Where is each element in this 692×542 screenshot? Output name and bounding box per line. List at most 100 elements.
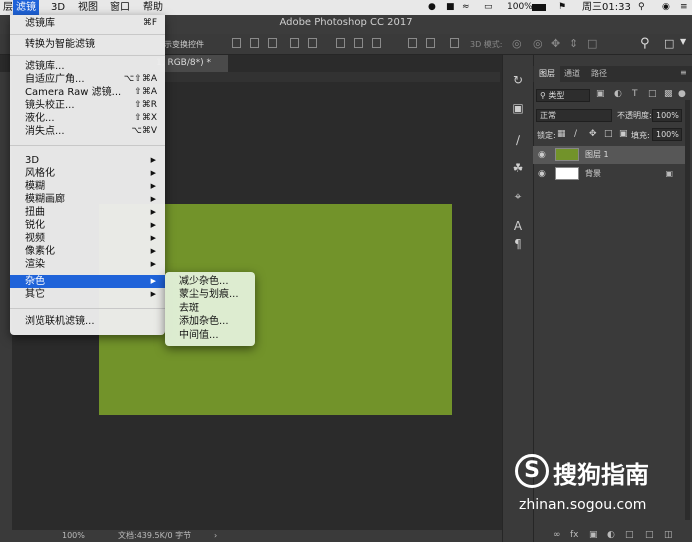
align-top-icon[interactable] bbox=[290, 38, 299, 48]
blend-mode-select[interactable]: 正常 bbox=[536, 109, 612, 122]
distribute-bottom-icon[interactable] bbox=[372, 38, 381, 48]
menu-item-liquify[interactable]: 液化... ⇧⌘X bbox=[10, 112, 165, 125]
3d-scale-icon[interactable]: □ bbox=[587, 37, 597, 50]
lock-transparent-icon[interactable]: ▦ bbox=[557, 129, 566, 139]
filter-shape-icon[interactable]: □ bbox=[648, 89, 657, 99]
auto-align-icon[interactable] bbox=[450, 38, 459, 48]
menu-help[interactable]: 帮助 bbox=[140, 0, 166, 15]
3d-slide-icon[interactable]: ⇕ bbox=[569, 37, 578, 50]
filter-smart-icon[interactable]: ▩ bbox=[664, 89, 673, 99]
airplay-icon[interactable]: ▭ bbox=[484, 0, 493, 15]
filter-pixel-icon[interactable]: ▣ bbox=[596, 89, 605, 99]
brush-icon[interactable]: ∕ bbox=[511, 133, 525, 147]
workspace-icon[interactable]: □ bbox=[664, 37, 674, 50]
menu-item-video[interactable]: 视频 ▶ bbox=[10, 232, 165, 245]
lock-image-icon[interactable]: ∕ bbox=[574, 129, 577, 139]
distribute-middle-icon[interactable] bbox=[354, 38, 363, 48]
delete-layer-icon[interactable]: ◫ bbox=[664, 530, 673, 540]
menu-item-convert-smart[interactable]: 转换为智能滤镜 bbox=[10, 38, 165, 51]
character-icon[interactable]: A bbox=[511, 219, 525, 233]
menu-window[interactable]: 窗口 bbox=[107, 0, 133, 15]
siri-icon[interactable]: ◉ bbox=[662, 0, 670, 15]
layer-row[interactable]: ◉ 图层 1 bbox=[533, 146, 685, 164]
opacity-field[interactable]: 100% bbox=[652, 109, 682, 122]
align-center-icon[interactable] bbox=[250, 38, 259, 48]
menu-filter[interactable]: 滤镜 bbox=[13, 0, 39, 15]
distribute-left-icon[interactable] bbox=[408, 38, 417, 48]
menu-item-blur-gallery[interactable]: 模糊画廊 ▶ bbox=[10, 193, 165, 206]
menu-item-adaptive-wide-angle[interactable]: 自适应广角... ⌥⇧⌘A bbox=[10, 73, 165, 86]
tab-paths[interactable]: 路径 bbox=[586, 66, 612, 82]
qq-icon[interactable]: ● bbox=[428, 0, 436, 15]
lock-all-icon[interactable]: ▣ bbox=[619, 129, 628, 139]
menu-item-camera-raw[interactable]: Camera Raw 滤镜... ⇧⌘A bbox=[10, 86, 165, 99]
new-layer-icon[interactable]: □ bbox=[645, 530, 654, 540]
show-transform-controls-label[interactable]: 示变换控件 bbox=[164, 39, 204, 50]
filter-type-icon[interactable]: T bbox=[632, 89, 638, 99]
new-group-icon[interactable]: □ bbox=[625, 530, 634, 540]
link-layers-icon[interactable]: ∞ bbox=[553, 530, 561, 540]
paragraph-icon[interactable]: ¶ bbox=[511, 237, 525, 251]
menu-view[interactable]: 视图 bbox=[75, 0, 101, 15]
menu-item-stylize[interactable]: 风格化 ▶ bbox=[10, 167, 165, 180]
3d-roll-icon[interactable]: ◎ bbox=[533, 37, 543, 50]
layer-row[interactable]: ◉ 背景 ▣ bbox=[533, 165, 685, 183]
distribute-top-icon[interactable] bbox=[336, 38, 345, 48]
align-middle-icon[interactable] bbox=[308, 38, 317, 48]
menu-item-filter-gallery[interactable]: 滤镜库... bbox=[10, 60, 165, 73]
submenu-item-median[interactable]: 中间值... bbox=[179, 329, 219, 342]
3d-pan-icon[interactable]: ✥ bbox=[551, 37, 560, 50]
puzzle-icon[interactable]: ☘ bbox=[511, 161, 525, 175]
menu-item-browse-online[interactable]: 浏览联机滤镜... bbox=[10, 315, 165, 328]
menu-item-last-filter[interactable]: 滤镜库 ⌘F bbox=[10, 17, 165, 30]
adjustment-layer-icon[interactable]: ◐ bbox=[607, 530, 615, 540]
properties-icon[interactable]: ▣ bbox=[511, 101, 525, 115]
submenu-item-despeckle[interactable]: 去斑 bbox=[179, 302, 199, 315]
menu-item-pixelate[interactable]: 像素化 ▶ bbox=[10, 245, 165, 258]
filter-toggle-icon[interactable]: ● bbox=[678, 89, 686, 99]
spotlight-icon[interactable]: ⚲ bbox=[638, 0, 645, 15]
submenu-item-reduce-noise[interactable]: 减少杂色... bbox=[179, 275, 229, 288]
search-icon[interactable]: ⚲ bbox=[640, 36, 650, 51]
flag-icon[interactable]: ⚑ bbox=[558, 0, 566, 15]
notification-icon[interactable]: ≡ bbox=[680, 0, 688, 15]
visibility-eye-icon[interactable]: ◉ bbox=[538, 146, 546, 164]
submenu-item-dust-scratches[interactable]: 蒙尘与划痕... bbox=[179, 288, 239, 301]
menu-item-render[interactable]: 渲染 ▶ bbox=[10, 258, 165, 271]
submenu-arrow-icon: ▶ bbox=[150, 234, 156, 242]
visibility-eye-icon[interactable]: ◉ bbox=[538, 165, 546, 183]
menu-item-noise[interactable]: 杂色 ▶ bbox=[10, 275, 165, 288]
zoom-level[interactable]: 100% bbox=[62, 530, 85, 542]
layer-kind-filter[interactable]: ⚲ 类型 bbox=[536, 89, 590, 102]
layer-mask-icon[interactable]: ▣ bbox=[589, 530, 598, 540]
lock-position-icon[interactable]: ✥ bbox=[589, 129, 597, 139]
filter-adjust-icon[interactable]: ◐ bbox=[614, 89, 622, 99]
status-arrow-icon[interactable]: › bbox=[214, 530, 217, 542]
history-icon[interactable]: ↻ bbox=[511, 73, 525, 87]
workspace-dropdown-icon[interactable]: ▼ bbox=[680, 37, 686, 46]
menu-item-other[interactable]: 其它 ▶ bbox=[10, 288, 165, 301]
menu-item-vanishing-point[interactable]: 消失点... ⌥⌘V bbox=[10, 125, 165, 138]
submenu-item-add-noise[interactable]: 添加杂色... bbox=[179, 315, 229, 328]
panel-menu-icon[interactable]: ≡ bbox=[680, 68, 687, 77]
layer-style-icon[interactable]: fx bbox=[570, 530, 579, 540]
fill-field[interactable]: 100% bbox=[652, 128, 682, 141]
lock-artboard-icon[interactable]: □ bbox=[604, 129, 613, 139]
align-right-icon[interactable] bbox=[268, 38, 277, 48]
menu-item-distort[interactable]: 扭曲 ▶ bbox=[10, 206, 165, 219]
status-icon[interactable]: ■ bbox=[446, 0, 455, 15]
tab-channels[interactable]: 通道 bbox=[559, 66, 585, 82]
crop-icon[interactable]: ⌖ bbox=[511, 189, 525, 203]
menu-item-3d[interactable]: 3D ▶ bbox=[10, 154, 165, 167]
align-left-icon[interactable] bbox=[232, 38, 241, 48]
menu-3d[interactable]: 3D bbox=[48, 0, 68, 15]
wifi-icon[interactable]: ≈ bbox=[462, 0, 470, 15]
menu-item-blur[interactable]: 模糊 ▶ bbox=[10, 180, 165, 193]
menubar-clock[interactable]: 周三01:33 bbox=[582, 0, 631, 15]
layers-scrollbar[interactable] bbox=[685, 100, 690, 520]
tab-layers[interactable]: 图层 bbox=[534, 66, 560, 82]
menu-item-sharpen[interactable]: 锐化 ▶ bbox=[10, 219, 165, 232]
3d-orbit-icon[interactable]: ◎ bbox=[512, 37, 522, 50]
menu-item-lens-correction[interactable]: 镜头校正... ⇧⌘R bbox=[10, 99, 165, 112]
distribute-right-icon[interactable] bbox=[426, 38, 435, 48]
